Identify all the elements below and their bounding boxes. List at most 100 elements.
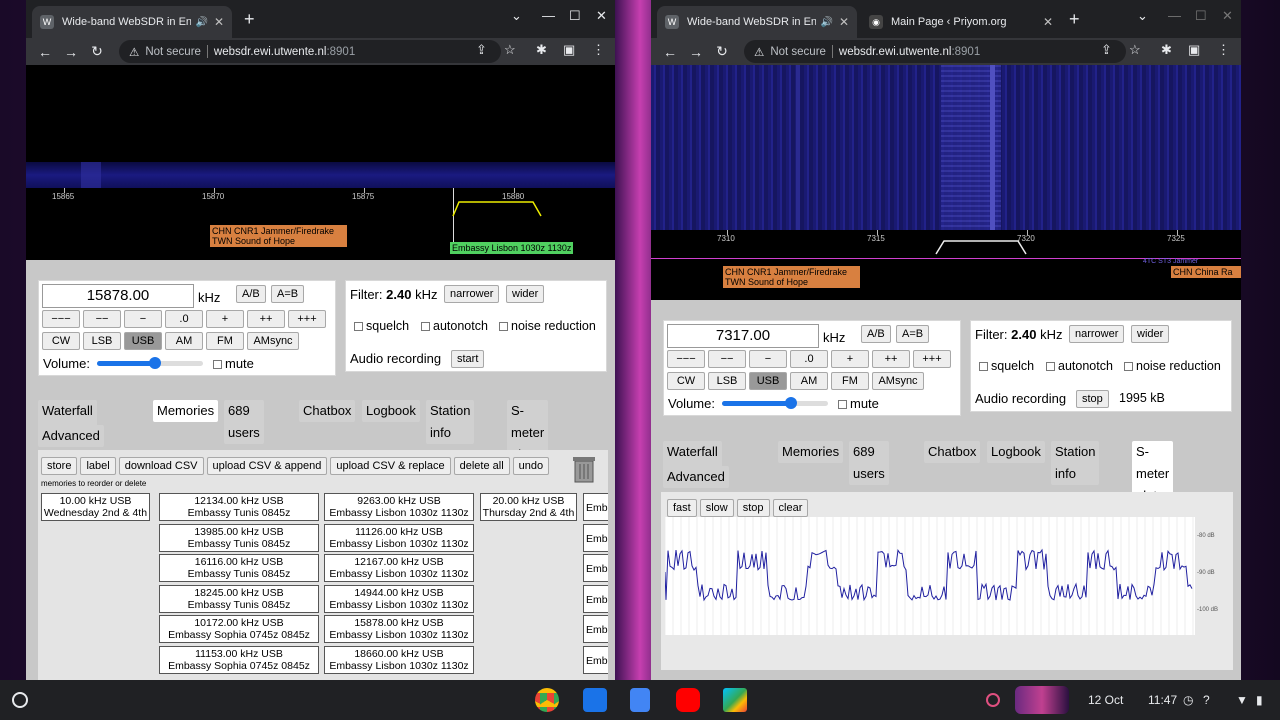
tab-websdr[interactable]: W Wide-band WebSDR in Ensch 🔊 ✕ (657, 6, 857, 38)
tab-logbook[interactable]: Logbook (987, 441, 1045, 463)
step-button[interactable]: − (749, 350, 787, 368)
label-button[interactable]: label (80, 457, 116, 475)
autonotch-checkbox[interactable]: autonotch (421, 319, 488, 333)
side-panel-icon[interactable]: ▣ (1188, 42, 1200, 58)
step-button[interactable]: +++ (913, 350, 951, 368)
step-button[interactable]: + (831, 350, 869, 368)
ab-button[interactable]: A/B (861, 325, 891, 343)
launcher-icon[interactable] (12, 692, 28, 708)
clock-icon[interactable]: ◷ (1183, 693, 1193, 707)
memory-entry[interactable]: Emba (583, 493, 608, 521)
share-icon[interactable]: ⇪ (476, 42, 487, 58)
frequency-input[interactable]: 15878.00 (42, 284, 194, 308)
mode-button-usb[interactable]: USB (124, 332, 162, 350)
waterfall[interactable] (651, 65, 1241, 230)
frequency-scale[interactable]: 15865 15870 15875 15880 CHN CNR1 Jammer/… (26, 188, 615, 260)
step-button[interactable]: +++ (288, 310, 326, 328)
minimize-icon[interactable]: — (1168, 8, 1181, 23)
mute-checkbox[interactable]: mute (838, 396, 879, 411)
memory-entry[interactable]: 20.00 kHz USB Thursday 2nd & 4th (480, 493, 577, 521)
trash-icon[interactable] (571, 454, 597, 484)
memory-entry[interactable]: 13985.00 kHz USB Embassy Tunis 0845z (159, 523, 319, 552)
autonotch-checkbox[interactable]: autonotch (1046, 359, 1113, 373)
star-icon[interactable]: ☆ (1129, 42, 1141, 58)
tab-memories[interactable]: Memories (153, 400, 219, 422)
tab-memories[interactable]: Memories (778, 441, 844, 463)
back-icon[interactable]: ← (657, 44, 683, 60)
ab-button[interactable]: A/B (236, 285, 266, 303)
step-button[interactable]: −−− (667, 350, 705, 368)
address-bar[interactable]: ⚠ Not secure websdr.ewi.utwente.nl:8901 (119, 40, 501, 63)
station-label[interactable]: Embassy Lisbon 1030z 1130z (450, 242, 574, 254)
tab-users[interactable]: 689 users (849, 441, 889, 485)
noise-reduction-checkbox[interactable]: noise reduction (499, 319, 596, 333)
store-button[interactable]: store (41, 457, 78, 475)
station-label[interactable]: CHN China Ra (1171, 266, 1241, 278)
new-tab-icon[interactable]: + (1069, 9, 1080, 30)
step-button[interactable]: ++ (247, 310, 285, 328)
step-button[interactable]: ++ (872, 350, 910, 368)
record-stop-button[interactable]: stop (1076, 390, 1109, 408)
tab-chatbox[interactable]: Chatbox (299, 400, 356, 422)
mode-button-amsync[interactable]: AMsync (872, 372, 924, 390)
extensions-icon[interactable]: ✱ (536, 42, 547, 58)
battery-icon[interactable]: ▮ (1256, 693, 1263, 707)
memory-entry[interactable]: Emb (583, 615, 608, 644)
back-icon[interactable]: ← (32, 44, 58, 60)
date-label[interactable]: 12 Oct (1088, 693, 1123, 707)
memory-entry[interactable]: Emb (583, 646, 608, 674)
tab-station-info[interactable]: Station info (426, 400, 475, 444)
mute-checkbox[interactable]: mute (213, 356, 254, 371)
undo-button[interactable]: undo (512, 457, 550, 475)
mode-button-am[interactable]: AM (790, 372, 828, 390)
mode-button-lsb[interactable]: LSB (83, 332, 121, 350)
youtube-icon[interactable] (676, 688, 700, 712)
wider-button[interactable]: wider (1131, 325, 1170, 343)
minimize-icon[interactable]: — (542, 8, 555, 23)
menu-icon[interactable]: ⋮ (1217, 42, 1230, 58)
play-store-icon[interactable] (723, 688, 747, 712)
tab-websdr[interactable]: W Wide-band WebSDR in Ensch 🔊 ✕ (32, 6, 232, 38)
memory-entry[interactable]: 14944.00 kHz USB Embassy Lisbon 1030z 113… (324, 584, 474, 613)
volume-slider[interactable] (722, 397, 828, 409)
reload-icon[interactable]: ↻ (709, 43, 735, 60)
address-bar[interactable]: ⚠ Not secure websdr.ewi.utwente.nl:8901 (744, 40, 1126, 63)
mode-button-amsync[interactable]: AMsync (247, 332, 299, 350)
step-button[interactable]: − (124, 310, 162, 328)
reload-icon[interactable]: ↻ (84, 43, 110, 60)
tab-users[interactable]: 689 users (224, 400, 264, 444)
memory-entry[interactable]: 15878.00 kHz USB Embassy Lisbon 1030z 113… (324, 615, 474, 644)
step-button[interactable]: −− (708, 350, 746, 368)
mode-button-am[interactable]: AM (165, 332, 203, 350)
clear-button[interactable]: clear (772, 499, 809, 517)
memory-entry[interactable]: Emba (583, 554, 608, 583)
passband-indicator[interactable] (453, 188, 454, 248)
frequency-input[interactable]: 7317.00 (667, 324, 819, 348)
station-label[interactable]: CHN CNR1 Jammer/Firedrake TWN Sound of Ho… (210, 225, 347, 247)
chevron-down-icon[interactable]: ⌄ (511, 8, 522, 24)
mode-button-usb[interactable]: USB (749, 372, 787, 390)
time-label[interactable]: 11:47 (1148, 693, 1177, 707)
memory-entry[interactable]: 11153.00 kHz USB Embassy Sophia 0745z 084… (159, 646, 319, 674)
menu-icon[interactable]: ⋮ (592, 42, 605, 58)
files-icon[interactable] (583, 688, 607, 712)
delete-all-button[interactable]: delete all (453, 457, 510, 475)
maximize-icon[interactable]: ☐ (1195, 8, 1207, 24)
narrower-button[interactable]: narrower (444, 285, 500, 303)
mode-button-cw[interactable]: CW (42, 332, 80, 350)
upload-csv-replace-button[interactable]: upload CSV & replace (330, 457, 451, 475)
memory-entry[interactable]: 10.00 kHz USB Wednesday 2nd & 4th (41, 493, 150, 521)
memory-entry[interactable]: 10172.00 kHz USB Embassy Sophia 0745z 084… (159, 615, 319, 644)
tote-thumbnails[interactable] (1015, 686, 1069, 714)
squelch-checkbox[interactable]: squelch (979, 359, 1034, 373)
maximize-icon[interactable]: ☐ (569, 8, 581, 24)
memory-entry[interactable]: 12167.00 kHz USB Embassy Lisbon 1030z 113… (324, 554, 474, 583)
memory-entry[interactable]: 9263.00 kHz USB Embassy Lisbon 1030z 1130… (324, 493, 474, 521)
step-button[interactable]: −−− (42, 310, 80, 328)
download-csv-button[interactable]: download CSV (118, 457, 204, 475)
screen-record-icon[interactable] (986, 693, 1000, 707)
memory-entry[interactable]: 18660.00 kHz USB Embassy Lisbon 1030z 113… (324, 646, 474, 674)
volume-slider[interactable] (97, 357, 203, 369)
narrower-button[interactable]: narrower (1069, 325, 1125, 343)
tab-priyom[interactable]: ◉ Main Page ‹ Priyom.org ✕ (861, 6, 1061, 38)
